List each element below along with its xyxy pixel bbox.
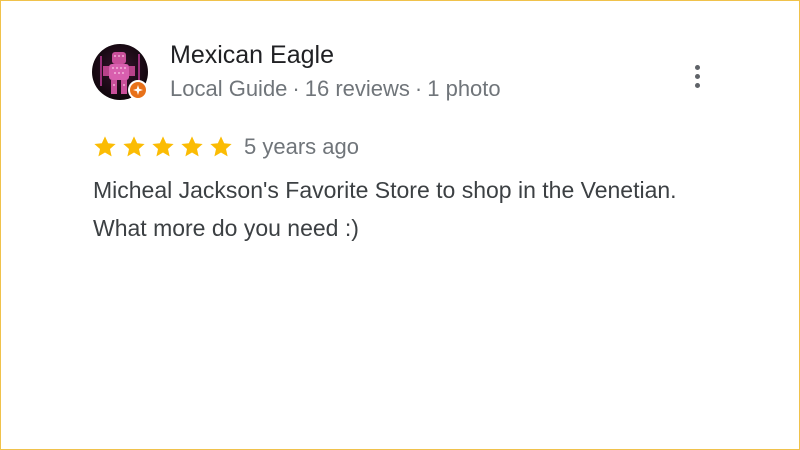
photos-count: 1 photo bbox=[427, 76, 501, 101]
author-avatar[interactable] bbox=[92, 44, 148, 100]
reviews-count: 16 reviews bbox=[304, 76, 410, 101]
review-card: Mexican Eagle Local Guide · 16 reviews · 1 p… bbox=[0, 0, 800, 450]
review-text: Micheal Jackson's Favorite Store to shop… bbox=[93, 177, 677, 241]
local-guide-label: Local Guide bbox=[170, 76, 288, 101]
author-meta: Local Guide · 16 reviews · 1 photo bbox=[170, 76, 501, 102]
menu-dot bbox=[694, 64, 700, 70]
menu-dot bbox=[694, 82, 700, 88]
star-icon bbox=[123, 136, 145, 157]
star-icon bbox=[152, 136, 174, 157]
meta-separator: · bbox=[414, 76, 423, 101]
more-vert-icon[interactable] bbox=[685, 59, 709, 93]
meta-separator: · bbox=[292, 76, 300, 101]
star-icon bbox=[94, 136, 116, 157]
star-icon bbox=[181, 136, 203, 157]
menu-dot bbox=[694, 73, 700, 79]
local-guide-badge-icon bbox=[128, 80, 148, 100]
review-time: 5 years ago bbox=[244, 134, 359, 159]
star-rating bbox=[92, 134, 234, 160]
author-name[interactable]: Mexican Eagle bbox=[170, 41, 334, 70]
star-icon bbox=[210, 136, 232, 157]
